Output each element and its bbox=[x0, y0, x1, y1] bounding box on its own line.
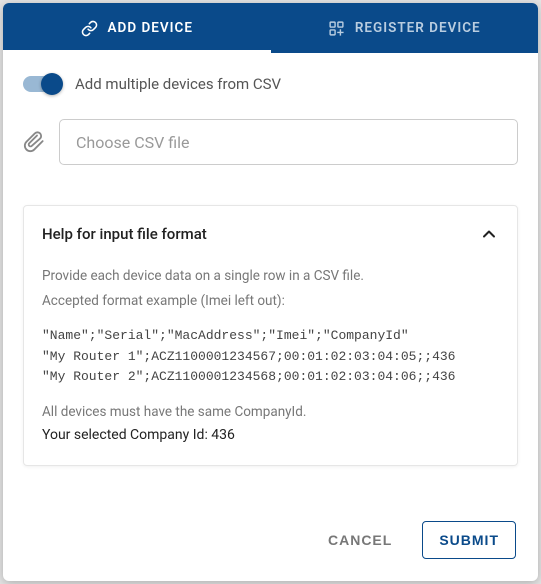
paperclip-icon bbox=[23, 131, 45, 153]
csv-file-input[interactable]: Choose CSV file bbox=[59, 119, 518, 165]
help-foot-2: Your selected Company Id: 436 bbox=[42, 425, 499, 447]
chevron-up-icon bbox=[479, 224, 499, 244]
toggle-knob bbox=[41, 73, 63, 95]
help-line-2: Accepted format example (Imei left out): bbox=[42, 291, 499, 312]
file-row: Choose CSV file bbox=[23, 119, 518, 165]
tab-bar: ADD DEVICE REGISTER DEVICE bbox=[3, 3, 538, 53]
help-line-1: Provide each device data on a single row… bbox=[42, 266, 499, 287]
tab-add-device[interactable]: ADD DEVICE bbox=[3, 3, 271, 53]
help-header[interactable]: Help for input file format bbox=[42, 224, 499, 244]
csv-toggle-row: Add multiple devices from CSV bbox=[23, 75, 518, 93]
dialog-actions: CANCEL SUBMIT bbox=[3, 501, 538, 581]
csv-toggle-label: Add multiple devices from CSV bbox=[75, 75, 281, 93]
help-foot-1: All devices must have the same CompanyId… bbox=[42, 402, 499, 423]
help-body: Provide each device data on a single row… bbox=[42, 266, 499, 447]
tab-register-device[interactable]: REGISTER DEVICE bbox=[271, 3, 539, 53]
link-icon bbox=[81, 20, 98, 37]
dialog-body: Add multiple devices from CSV Choose CSV… bbox=[3, 53, 538, 501]
tab-add-label: ADD DEVICE bbox=[108, 20, 193, 36]
cancel-button[interactable]: CANCEL bbox=[312, 521, 408, 559]
submit-button[interactable]: SUBMIT bbox=[422, 521, 516, 559]
tab-register-label: REGISTER DEVICE bbox=[355, 20, 481, 36]
help-panel: Help for input file format Provide each … bbox=[23, 205, 518, 466]
add-device-dialog: ADD DEVICE REGISTER DEVICE Add multiple … bbox=[3, 3, 538, 581]
csv-toggle[interactable] bbox=[23, 76, 61, 92]
file-placeholder: Choose CSV file bbox=[76, 133, 190, 152]
qr-add-icon bbox=[328, 20, 345, 37]
help-title: Help for input file format bbox=[42, 225, 207, 243]
help-code-example: "Name";"Serial";"MacAddress";"Imei";"Com… bbox=[42, 326, 499, 388]
